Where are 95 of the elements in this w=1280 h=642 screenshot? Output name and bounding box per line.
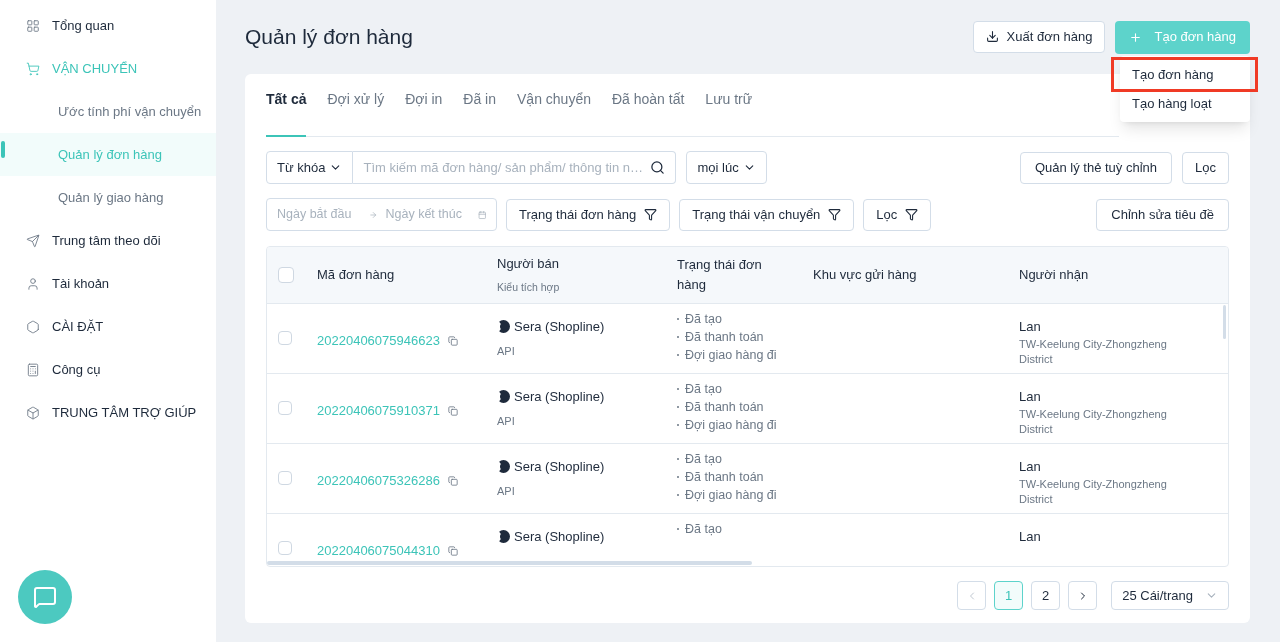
tab[interactable]: Vận chuyển: [517, 89, 591, 137]
cart-icon: [26, 61, 40, 76]
keyword-select[interactable]: Từ khóa: [266, 151, 354, 184]
seller-name: Sera (Shopline): [514, 458, 605, 476]
column-header: Mã đơn hàng: [317, 266, 396, 285]
filter-icon: [905, 208, 919, 221]
status-item: Đã tạo: [685, 521, 722, 538]
copy-icon[interactable]: [447, 545, 458, 556]
hexagon-icon: [26, 319, 40, 334]
status-item: Đã thanh toán: [685, 329, 764, 346]
plus-icon: [1129, 30, 1143, 44]
status-item: Đã tạo: [685, 381, 722, 398]
page-button[interactable]: 2: [1031, 581, 1061, 610]
order-status-filter[interactable]: Trạng thái đơn hàng: [506, 198, 671, 231]
status-item: Đã tạo: [685, 451, 722, 468]
status-item: Đã thanh toán: [685, 469, 764, 486]
integration-type: API: [497, 413, 516, 429]
tab[interactable]: Lưu trữ: [705, 89, 753, 137]
integration-type: API: [497, 483, 516, 499]
page-size-select[interactable]: 25 Cái/trang: [1111, 581, 1229, 610]
vertical-scrollbar: [1223, 305, 1226, 339]
tab[interactable]: Đợi xử lý: [327, 89, 385, 137]
sidebar-subitem[interactable]: Quản lý giao hàng: [0, 176, 216, 219]
tab[interactable]: Đợi in: [405, 89, 443, 137]
box-icon: [26, 405, 40, 420]
end-date-input[interactable]: Ngày kết thúc: [385, 205, 470, 224]
menu-item[interactable]: Tạo hàng loạt: [1120, 89, 1250, 118]
seller-logo-icon: [497, 390, 510, 404]
send-icon: [26, 233, 40, 248]
seller-name: Sera (Shopline): [514, 528, 605, 546]
sidebar-item[interactable]: Công cụ: [0, 348, 216, 391]
sidebar-item[interactable]: CÀI ĐẶT: [0, 305, 216, 348]
checkbox[interactable]: [278, 331, 292, 345]
active-indicator: [1, 141, 5, 158]
status-item: Đã thanh toán: [685, 399, 764, 416]
seller-logo-icon: [497, 530, 510, 544]
status-item: Đợi giao hàng đi: [685, 347, 777, 364]
sidebar-item[interactable]: Tổng quan: [0, 4, 216, 47]
seller-name: Sera (Shopline): [514, 388, 605, 406]
column-header: Người nhận: [1019, 266, 1089, 285]
grid-icon: [26, 18, 40, 33]
copy-icon[interactable]: [447, 475, 458, 486]
sidebar-item[interactable]: Trung tâm theo dõi: [0, 219, 216, 262]
menu-item[interactable]: Tạo đơn hàng: [1114, 60, 1255, 89]
status-item: Đã tạo: [685, 311, 722, 328]
filter-icon: [644, 208, 658, 221]
column-header: Khu vực gửi hàng: [813, 266, 918, 285]
recipient-name: Lan: [1019, 458, 1042, 476]
checkbox[interactable]: [278, 471, 292, 485]
previous-page-button[interactable]: [957, 581, 987, 610]
copy-icon[interactable]: [447, 335, 458, 346]
status-item: Đợi giao hàng đi: [685, 417, 777, 434]
calendar-icon: [477, 208, 486, 221]
date-range-field[interactable]: Ngày bắt đầu Ngày kết thúc: [266, 198, 497, 231]
tab[interactable]: Đã in: [463, 89, 496, 137]
column-subheader: Kiểu tích hợp: [497, 279, 561, 295]
recipient-address: TW-Keelung City-Zhongzheng District: [1019, 476, 1168, 507]
recipient-address: TW-Keelung City-Zhongzheng District: [1019, 406, 1168, 437]
checkbox[interactable]: [278, 401, 292, 415]
seller-logo-icon: [497, 460, 510, 474]
select-all-checkbox[interactable]: [278, 267, 294, 283]
column-header: Người bán: [497, 255, 561, 274]
sidebar-item[interactable]: Tài khoản: [0, 262, 216, 305]
seller-logo-icon: [497, 320, 510, 334]
next-page-button[interactable]: [1068, 581, 1098, 610]
sidebar-item[interactable]: TRUNG TÂM TRỢ GIÚP: [0, 391, 216, 434]
edit-headers-button[interactable]: Chỉnh sửa tiêu đề: [1096, 198, 1229, 231]
search-icon: [650, 160, 666, 175]
manage-tags-button[interactable]: Quản lý thẻ tuỳ chỉnh: [1019, 151, 1173, 184]
recipient-address: TW-Keelung City-Zhongzheng District: [1019, 336, 1168, 367]
user-icon: [26, 276, 40, 291]
filter-icon: [828, 208, 842, 221]
copy-icon[interactable]: [447, 405, 458, 416]
page-title: Quản lý đơn hàng: [245, 24, 413, 51]
calculator-icon: [26, 362, 40, 377]
recipient-name: Lan: [1019, 318, 1042, 336]
download-icon: [985, 30, 999, 43]
filter-button[interactable]: Lọc: [1182, 151, 1229, 184]
recipient-name: Lan: [1019, 388, 1042, 406]
more-filter-button[interactable]: Lọc: [863, 198, 932, 231]
time-select[interactable]: mọi lúc: [686, 151, 767, 184]
tab[interactable]: Tất cả: [266, 89, 307, 137]
recipient-name: Lan: [1019, 528, 1041, 546]
export-button[interactable]: Xuất đơn hàng: [972, 20, 1106, 53]
chat-icon: [33, 585, 57, 609]
start-date-input[interactable]: Ngày bắt đầu: [277, 205, 361, 224]
shipping-status-filter[interactable]: Trạng thái vận chuyển: [679, 198, 855, 231]
search-field[interactable]: Tìm kiếm mã đơn hàng/ sản phẩm/ thông tin n…: [353, 151, 677, 184]
column-header: Trạng thái đơn hàng: [677, 256, 763, 294]
seller-name: Sera (Shopline): [514, 318, 605, 336]
sidebar-subitem[interactable]: Ước tính phí vận chuyển: [0, 90, 216, 133]
checkbox[interactable]: [278, 541, 292, 555]
integration-type: API: [497, 343, 516, 359]
status-item: Đợi giao hàng đi: [685, 487, 777, 504]
tab[interactable]: Đã hoàn tất: [611, 89, 685, 137]
